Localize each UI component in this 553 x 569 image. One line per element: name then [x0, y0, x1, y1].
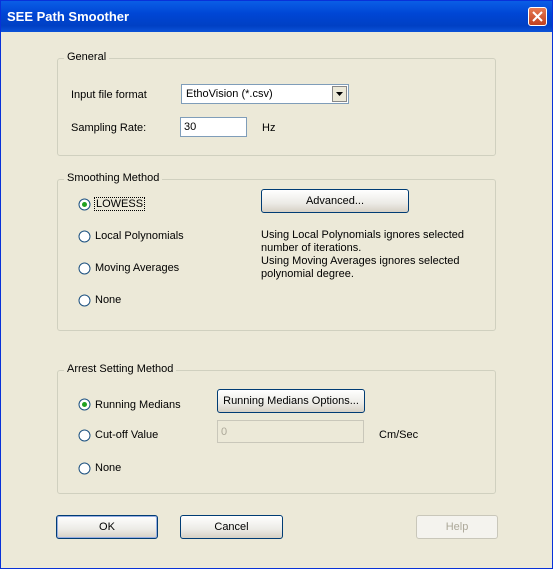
- ok-button[interactable]: OK: [56, 515, 158, 539]
- radio-running-medians-label[interactable]: Running Medians: [95, 399, 181, 411]
- radio-lowess-label[interactable]: LOWESS: [93, 197, 146, 211]
- radio-local-polynomials-label[interactable]: Local Polynomials: [95, 230, 184, 242]
- input-file-format-label: Input file format: [71, 89, 147, 101]
- running-medians-options-button[interactable]: Running Medians Options...: [217, 389, 365, 413]
- input-file-format-value: EthoVision (*.csv): [186, 88, 273, 100]
- radio-running-medians[interactable]: [78, 398, 91, 411]
- radio-moving-averages-label[interactable]: Moving Averages: [95, 262, 179, 274]
- dialog-window: SEE Path Smoother General Input file for…: [0, 0, 553, 569]
- radio-lowess[interactable]: [78, 198, 91, 211]
- radio-smoothing-none[interactable]: [78, 294, 91, 307]
- close-icon: [532, 11, 543, 22]
- sampling-rate-unit: Hz: [262, 122, 276, 134]
- general-group-title: General: [64, 51, 110, 63]
- dropdown-arrow-button[interactable]: [332, 86, 347, 102]
- radio-smoothing-none-label[interactable]: None: [95, 294, 121, 306]
- window-title: SEE Path Smoother: [7, 9, 130, 24]
- smoothing-group-title: Smoothing Method: [64, 172, 163, 184]
- radio-arrest-none[interactable]: [78, 462, 91, 475]
- chevron-down-icon: [336, 92, 343, 96]
- sampling-rate-input[interactable]: [180, 117, 247, 137]
- help-button[interactable]: Help: [416, 515, 498, 539]
- arrest-group-title: Arrest Setting Method: [64, 363, 177, 375]
- radio-cutoff-value-label[interactable]: Cut-off Value: [95, 429, 158, 441]
- input-file-format-dropdown[interactable]: EthoVision (*.csv): [181, 84, 349, 104]
- cancel-button[interactable]: Cancel: [180, 515, 283, 539]
- radio-arrest-none-label[interactable]: None: [95, 462, 121, 474]
- title-bar[interactable]: SEE Path Smoother: [1, 1, 552, 32]
- advanced-button[interactable]: Advanced...: [261, 189, 409, 213]
- dialog-body: General Input file format EthoVision (*.…: [1, 32, 552, 568]
- close-button[interactable]: [528, 7, 547, 26]
- radio-local-polynomials[interactable]: [78, 230, 91, 243]
- sampling-rate-label: Sampling Rate:: [71, 122, 147, 134]
- cutoff-value-input[interactable]: [217, 420, 364, 443]
- radio-moving-averages[interactable]: [78, 262, 91, 275]
- radio-cutoff-value[interactable]: [78, 429, 91, 442]
- smoothing-note: Using Local Polynomials ignores selected…: [261, 229, 464, 280]
- general-group: General: [57, 51, 496, 156]
- cutoff-unit: Cm/Sec: [379, 429, 419, 441]
